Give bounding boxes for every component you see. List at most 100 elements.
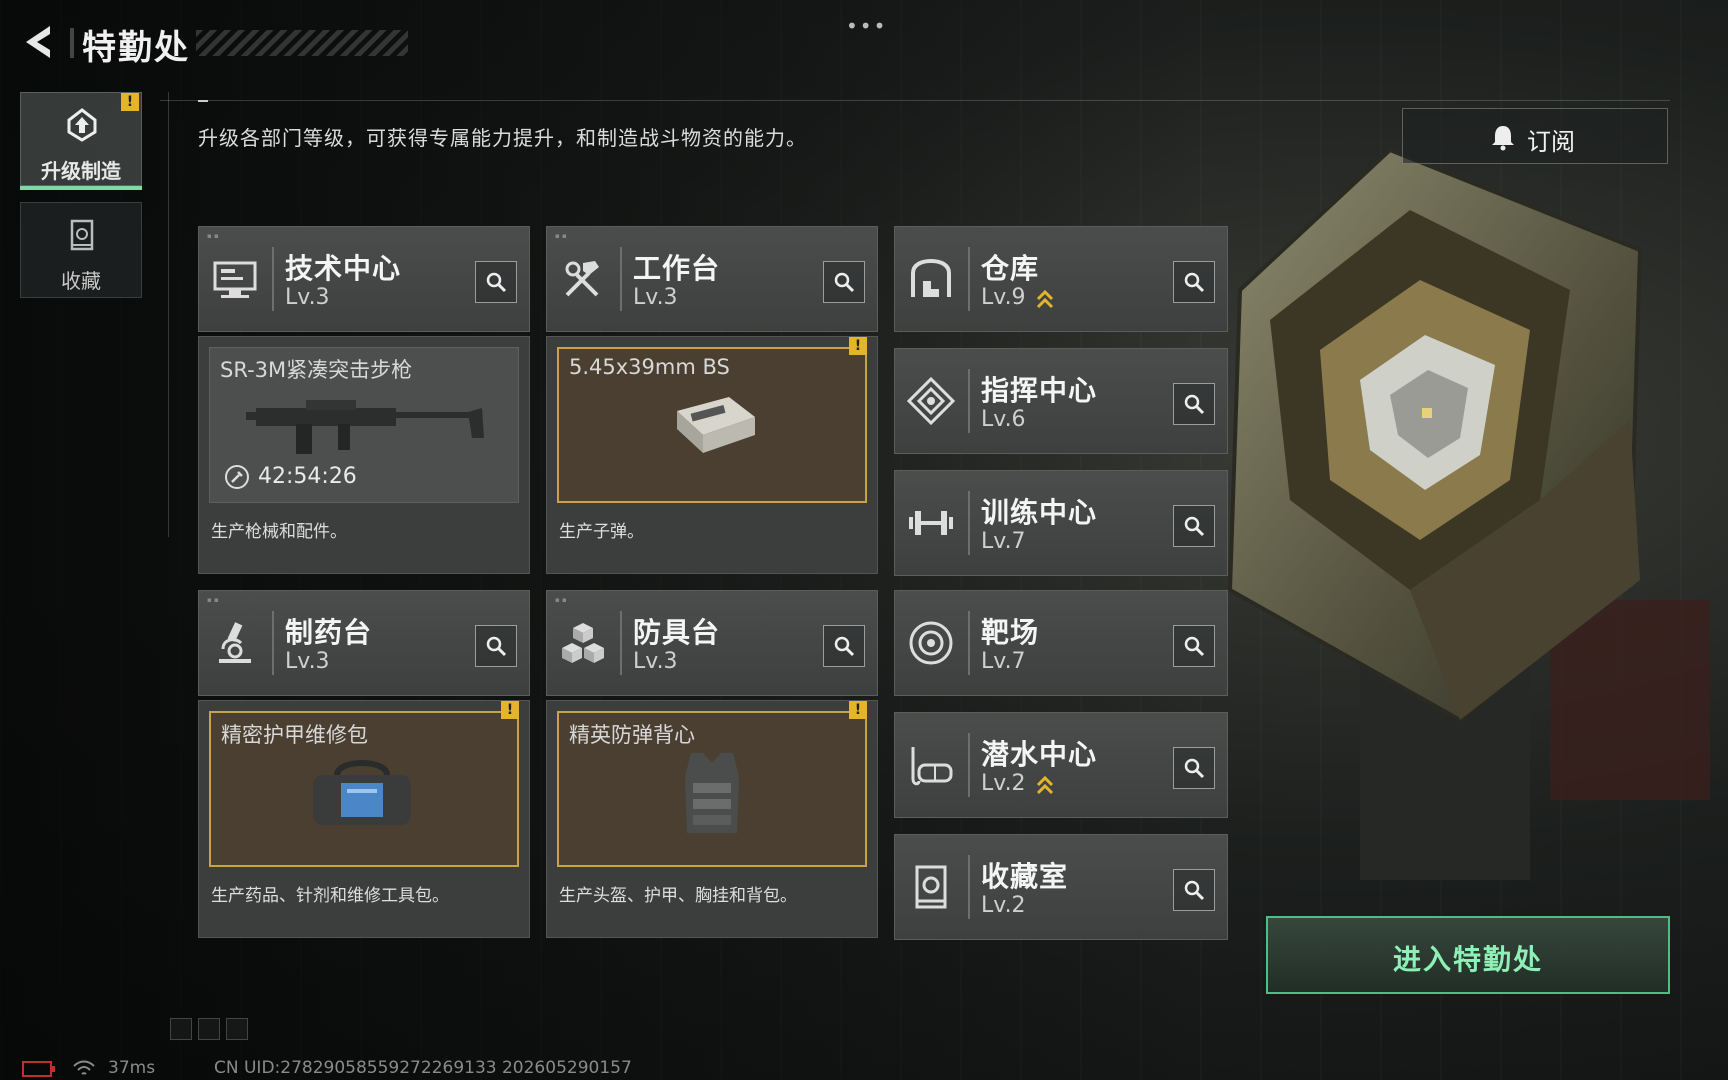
- nav-upgrade-manufacture[interactable]: 升级制造 !: [20, 92, 142, 186]
- production-item-name: 5.45x39mm BS: [569, 355, 730, 379]
- computer-icon: [213, 261, 257, 298]
- search-button[interactable]: [1173, 383, 1215, 425]
- facility-card-tech-center[interactable]: ▪ ▪ 技术中心 Lv.3: [198, 226, 530, 332]
- wifi-icon: [73, 1060, 95, 1075]
- repair-kit-bag-image: [313, 760, 411, 825]
- search-icon: [486, 272, 507, 293]
- card-separator: [968, 611, 970, 675]
- production-description: 生产头盔、护甲、胸挂和背包。: [559, 886, 797, 906]
- search-icon: [1184, 758, 1205, 779]
- subscribe-button[interactable]: 订阅: [1402, 108, 1668, 164]
- production-item-name: 精英防弹背心: [569, 723, 695, 747]
- facility-card-diving-center[interactable]: 潜水中心 Lv.2: [894, 712, 1228, 818]
- search-button[interactable]: [1173, 505, 1215, 547]
- card-separator: [968, 369, 970, 433]
- notification-badge: !: [849, 701, 867, 719]
- page-description: 升级各部门等级，可获得专属能力提升，和制造战斗物资的能力。: [198, 126, 807, 150]
- level-up-chevrons-icon: [1036, 775, 1054, 795]
- search-icon: [1184, 272, 1205, 293]
- ammo-box-image: [677, 397, 755, 453]
- title-decoration: [196, 30, 408, 56]
- search-button[interactable]: [1173, 747, 1215, 789]
- target-icon: [909, 621, 953, 665]
- production-slot[interactable]: 精英防弹背心 !: [557, 701, 867, 867]
- facility-card-shooting-range[interactable]: 靶场 Lv.7: [894, 590, 1228, 696]
- production-description: 生产药品、针剂和维修工具包。: [211, 886, 449, 906]
- facility-name: 潜水中心: [981, 738, 1098, 771]
- diving-mask-icon: [911, 747, 953, 786]
- facility-level: Lv.3: [285, 649, 330, 674]
- facility-level: Lv.2: [981, 893, 1026, 918]
- search-button[interactable]: [475, 261, 517, 303]
- nav-collection[interactable]: 收藏: [20, 202, 142, 298]
- search-button[interactable]: [823, 625, 865, 667]
- production-panel-pharmacy[interactable]: 精密护甲维修包 ! 生产药品、针剂和维修工具包。: [198, 700, 530, 938]
- card-corner-mark: ▪ ▪: [207, 596, 219, 604]
- card-separator: [968, 733, 970, 797]
- description-marker: [198, 100, 208, 102]
- uid-readout: CN UID:27829058559272269133 202605290157: [214, 1058, 632, 1078]
- back-arrow-icon: [26, 26, 50, 58]
- facility-level: Lv.6: [981, 407, 1026, 432]
- search-button[interactable]: [475, 625, 517, 667]
- vault-artwork: [1227, 147, 1710, 880]
- subscribe-label: 订阅: [1527, 128, 1575, 156]
- facility-level: Lv.7: [981, 529, 1026, 554]
- production-slot[interactable]: 5.45x39mm BS !: [557, 337, 867, 503]
- enter-button-label: 进入特勤处: [1392, 943, 1543, 976]
- microscope-icon: [219, 622, 251, 663]
- search-icon: [1184, 394, 1205, 415]
- warehouse-icon: [911, 258, 951, 297]
- battery-icon: [22, 1061, 55, 1077]
- production-panel-tech-center[interactable]: SR-3M紧凑突击步枪 42:54:26 生产枪械和配件。: [198, 336, 530, 574]
- card-separator: [272, 611, 274, 675]
- bell-icon: [1492, 126, 1514, 151]
- nav-active-indicator: [20, 186, 142, 190]
- rifle-image: [246, 400, 484, 454]
- footer-square: [170, 1018, 192, 1040]
- dumbbell-icon: [909, 511, 953, 535]
- search-button[interactable]: [823, 261, 865, 303]
- command-icon: [907, 377, 955, 425]
- more-menu-icon[interactable]: •••: [846, 14, 887, 38]
- vest-image: [685, 753, 739, 833]
- facility-card-collection-room[interactable]: 收藏室 Lv.2: [894, 834, 1228, 940]
- facility-name: 防具台: [633, 616, 721, 649]
- card-separator: [272, 247, 274, 311]
- collection-room-icon: [915, 865, 947, 909]
- facility-card-armor-bench[interactable]: ▪ ▪ 防具台 Lv.3: [546, 590, 878, 696]
- production-panel-armor-bench[interactable]: 精英防弹背心 ! 生产头盔、护甲、胸挂和背包。: [546, 700, 878, 938]
- facility-level: Lv.3: [633, 285, 678, 310]
- facility-name: 靶场: [981, 616, 1040, 649]
- production-panel-workbench[interactable]: 5.45x39mm BS ! 生产子弹。: [546, 336, 878, 574]
- notification-badge: !: [501, 701, 519, 719]
- collection-icon: [70, 219, 94, 251]
- divider-line: [160, 100, 1670, 101]
- facility-card-command-center[interactable]: 指挥中心 Lv.6: [894, 348, 1228, 454]
- production-slot[interactable]: SR-3M紧凑突击步枪 42:54:26: [209, 347, 519, 503]
- search-icon: [834, 636, 855, 657]
- card-separator: [968, 855, 970, 919]
- facility-card-workbench[interactable]: ▪ ▪ 工作台 Lv.3: [546, 226, 878, 332]
- back-button[interactable]: [18, 20, 58, 64]
- production-item-name: SR-3M紧凑突击步枪: [220, 358, 413, 382]
- card-separator: [968, 491, 970, 555]
- armor-cubes-icon: [562, 623, 604, 663]
- search-button[interactable]: [1173, 625, 1215, 667]
- enter-special-ops-button[interactable]: 进入特勤处: [1266, 916, 1670, 994]
- facility-card-training-center[interactable]: 训练中心 Lv.7: [894, 470, 1228, 576]
- facility-name: 指挥中心: [981, 374, 1098, 407]
- footer-square: [198, 1018, 220, 1040]
- facility-card-pharmacy[interactable]: ▪ ▪ 制药台 Lv.3: [198, 590, 530, 696]
- facility-name: 仓库: [981, 252, 1040, 285]
- wrench-clock-icon: [225, 465, 249, 489]
- production-slot[interactable]: 精密护甲维修包 !: [209, 701, 519, 867]
- title-separator: [70, 28, 74, 58]
- search-button[interactable]: [1173, 261, 1215, 303]
- facility-card-warehouse[interactable]: 仓库 Lv.9: [894, 226, 1228, 332]
- facility-level: Lv.9: [981, 285, 1026, 310]
- production-item-name: 精密护甲维修包: [221, 723, 368, 747]
- upgrade-icon: [67, 108, 97, 142]
- nav-collection-label: 收藏: [61, 269, 101, 293]
- search-button[interactable]: [1173, 869, 1215, 911]
